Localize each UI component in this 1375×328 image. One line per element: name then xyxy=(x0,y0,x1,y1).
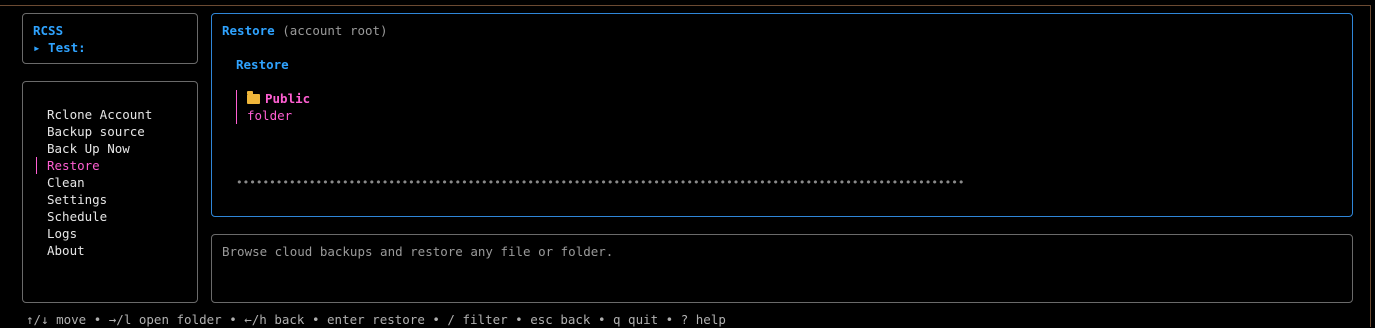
nav-item-logs[interactable]: Logs xyxy=(47,225,197,242)
status-panel: Browse cloud backups and restore any fil… xyxy=(211,234,1353,303)
nav-panel: Rclone Account Backup source Back Up Now… xyxy=(22,81,198,303)
nav-item-back-up-now[interactable]: Back Up Now xyxy=(47,140,197,157)
folder-icon xyxy=(247,91,260,104)
entry-type: folder xyxy=(247,108,293,123)
entry-name: Public xyxy=(265,91,311,106)
folder-entry-public[interactable]: Public folder xyxy=(236,90,1342,124)
help-bar: ↑/↓ move • →/l open folder • ←/h back • … xyxy=(26,312,726,327)
nav-item-settings[interactable]: Settings xyxy=(47,191,197,208)
nav-item-schedule[interactable]: Schedule xyxy=(47,208,197,225)
panel-title: Restore xyxy=(222,23,275,38)
status-text: Browse cloud backups and restore any fil… xyxy=(222,244,614,259)
panel-header: Restore (account root) xyxy=(222,22,1342,39)
panel-subtitle: (account root) xyxy=(282,23,388,38)
window-top-border xyxy=(0,5,1370,6)
nav-item-clean[interactable]: Clean xyxy=(47,174,197,191)
section-title: Restore xyxy=(236,57,289,72)
nav-item-rclone-account[interactable]: Rclone Account xyxy=(47,106,197,123)
brand-panel: RCSS ▸ Test: xyxy=(22,13,198,64)
nav-item-restore[interactable]: Restore xyxy=(36,157,197,174)
restore-panel: Restore (account root) Restore Public fo… xyxy=(211,13,1353,217)
nav-item-about[interactable]: About xyxy=(47,242,197,259)
app-title: RCSS xyxy=(33,23,64,38)
account-selector[interactable]: ▸ Test: xyxy=(33,39,187,56)
pagination-dots: ••••••••••••••••••••••••••••••••••••••••… xyxy=(236,176,965,189)
nav-item-backup-source[interactable]: Backup source xyxy=(47,123,197,140)
window-right-border xyxy=(1370,5,1371,327)
